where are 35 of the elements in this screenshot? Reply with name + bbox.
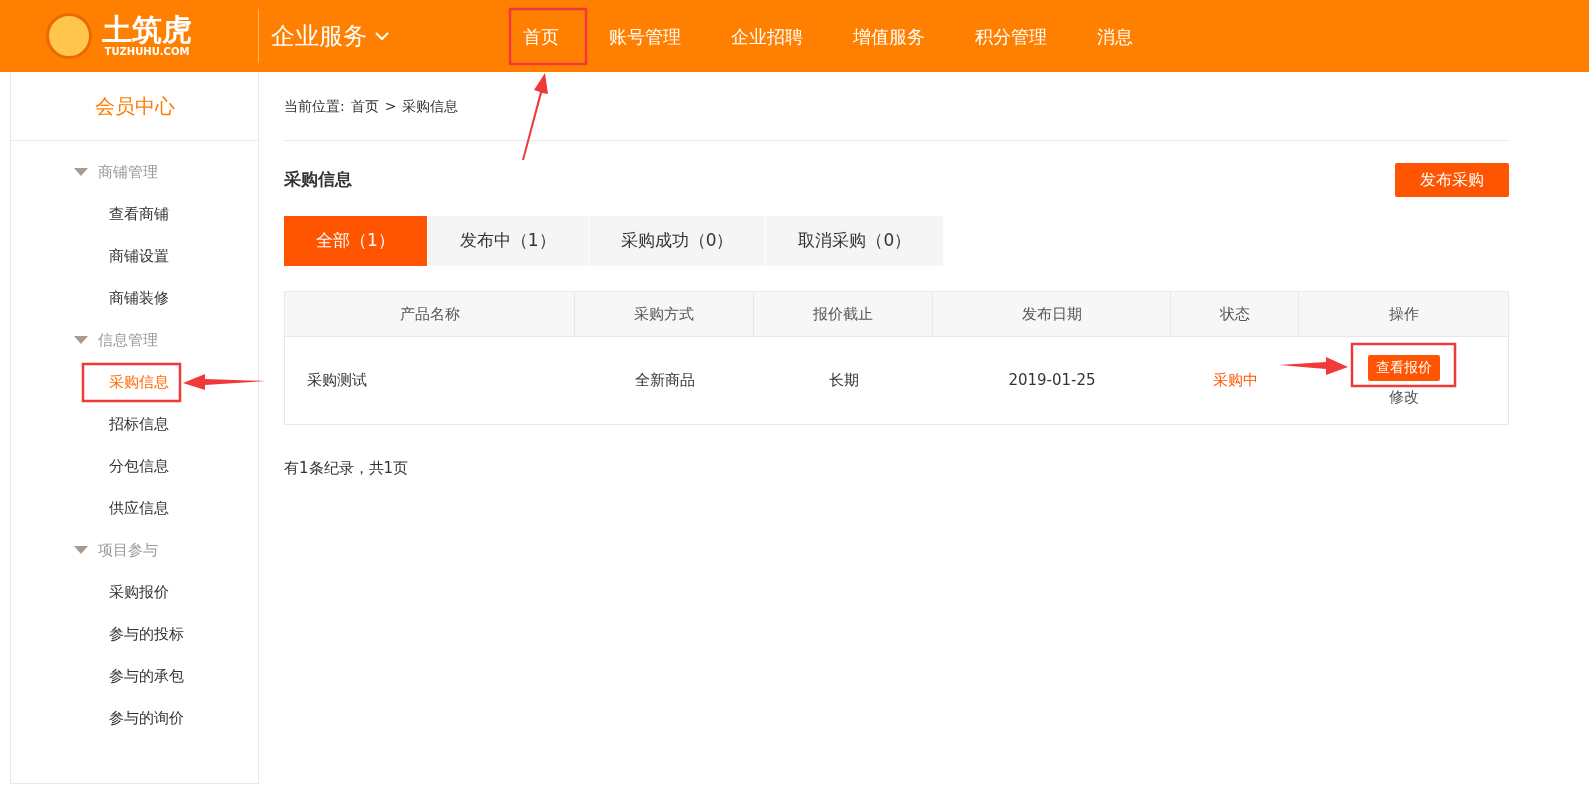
column-header: 操作 (1387, 303, 1420, 325)
breadcrumb-link[interactable]: 首页 (350, 95, 379, 117)
table-cell-text: 2019-01-25 (1008, 370, 1096, 392)
logo-domain: TUZHUHU.COM (104, 46, 190, 58)
column-header: 发布日期 (933, 292, 1171, 336)
page-title: 采购信息 (284, 168, 352, 192)
table-cell-text: 全新商品 (634, 370, 695, 392)
column-header: 状态 (1171, 292, 1299, 336)
status-text: 采购中 (1212, 370, 1258, 392)
sidebar-title: 会员中心 (94, 93, 175, 120)
filter-tab[interactable]: 取消采购（0） (766, 216, 945, 266)
filter-tab[interactable]: 发布中（1） (427, 216, 589, 266)
sidebar-item[interactable]: 查看商铺 (109, 202, 169, 226)
sidebar-item[interactable]: 供应信息 (109, 496, 169, 520)
filter-tab[interactable]: 采购成功（0） (588, 216, 767, 266)
sidebar-item[interactable]: 参与的投标 (109, 622, 184, 646)
sidebar-item[interactable]: 参与的询价 (109, 706, 184, 730)
breadcrumb-label: 当前位置: (284, 96, 345, 116)
sidebar-item[interactable]: 商铺设置 (109, 244, 169, 268)
column-header: 报价截止 (754, 292, 933, 336)
sidebar-item[interactable]: 分包信息 (109, 454, 169, 478)
breadcrumb-separator: > (384, 96, 397, 116)
sidebar-item[interactable]: 招标信息 (109, 412, 169, 436)
sidebar-item[interactable]: 商铺装修 (109, 286, 169, 310)
logo-name: 土筑虎 (102, 14, 192, 46)
record-count: 有1条纪录，共1页 (284, 458, 410, 479)
chevron-down-icon (375, 31, 389, 41)
column-header: 采购方式 (575, 292, 754, 336)
sidebar-item[interactable]: 采购报价 (109, 580, 169, 604)
column-header: 产品名称 (285, 292, 575, 336)
breadcrumb-link[interactable]: 采购信息 (402, 95, 459, 117)
sidebar-item[interactable]: 参与的承包 (109, 664, 184, 688)
table-cell-text: 采购测试 (307, 370, 367, 392)
edit-link[interactable]: 修改 (1388, 386, 1419, 407)
table-cell-text: 长期 (828, 370, 859, 392)
